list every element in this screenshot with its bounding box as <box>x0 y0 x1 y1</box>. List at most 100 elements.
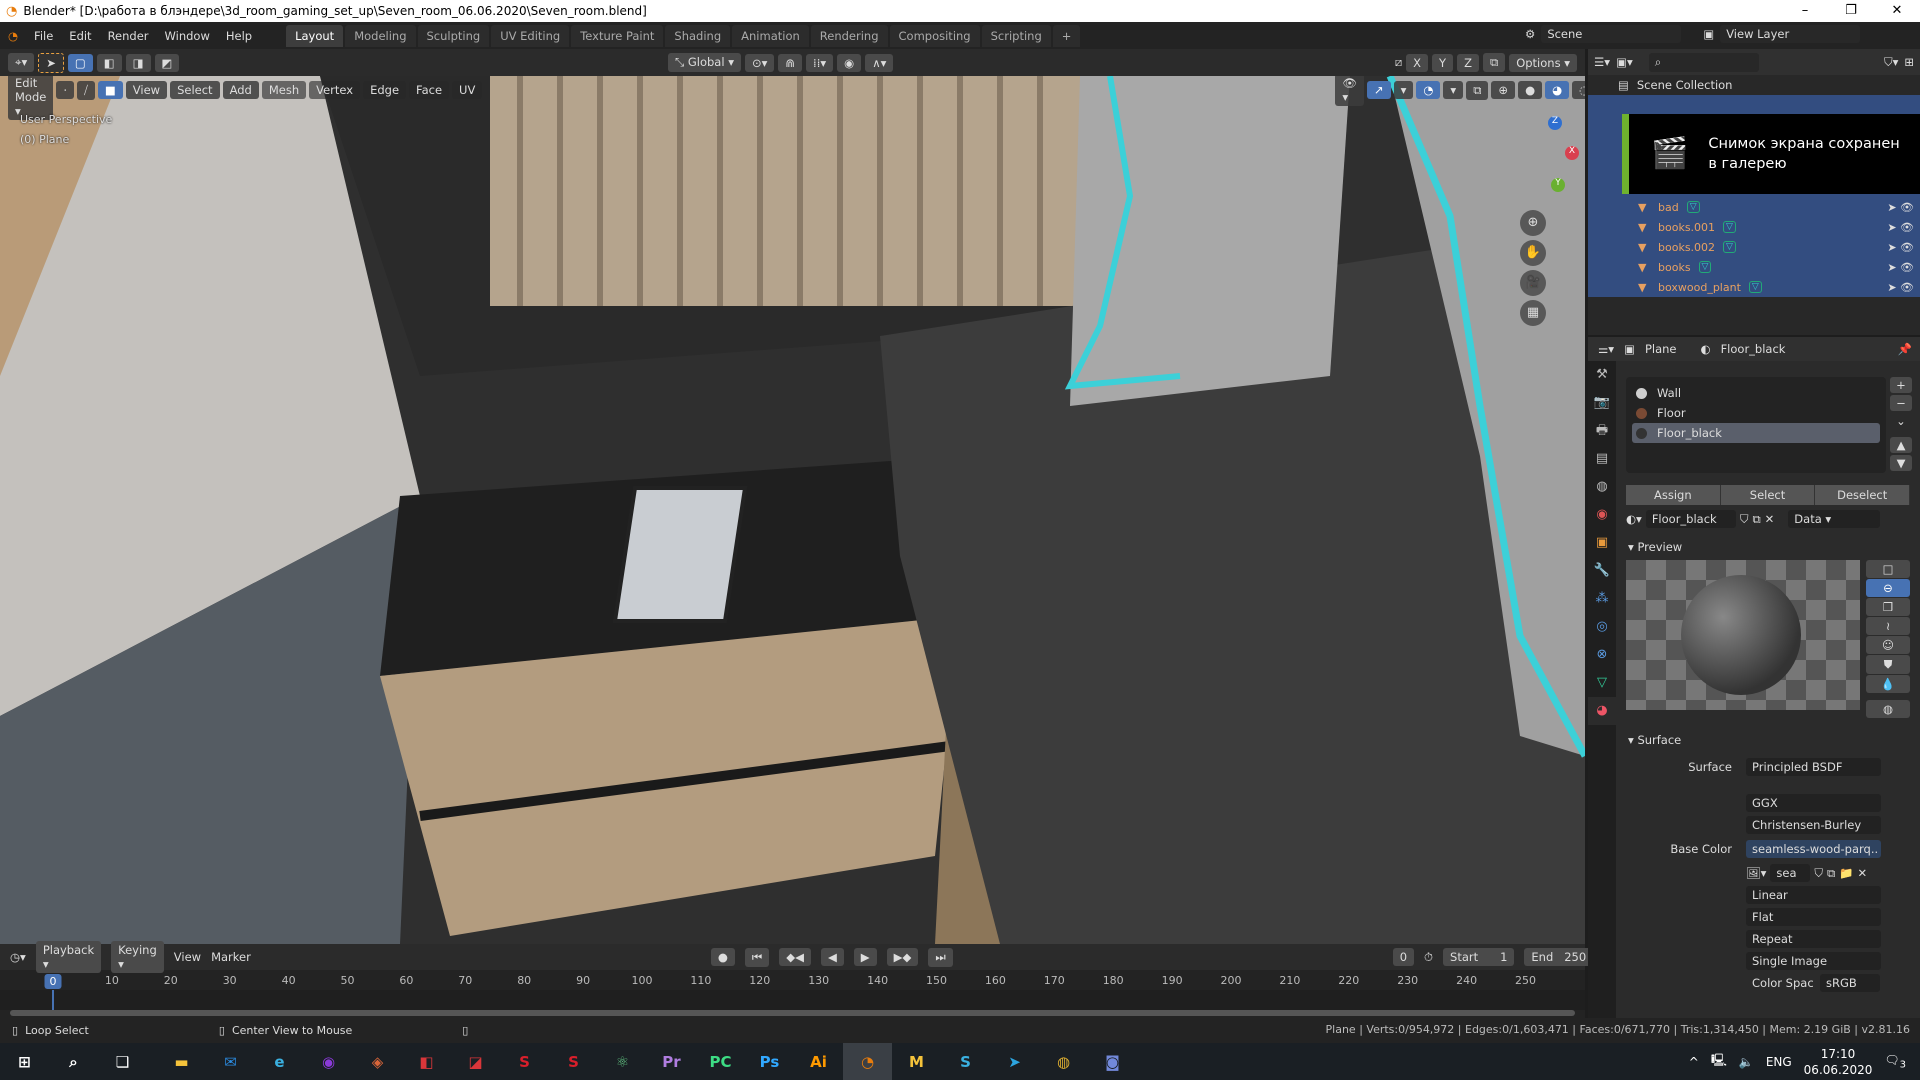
timeline-scrollbar[interactable] <box>10 1010 1575 1016</box>
start-icon[interactable]: ⊞ <box>0 1043 49 1080</box>
overlay-icon[interactable]: ◔ <box>1416 81 1441 99</box>
material-slot-floor[interactable]: Floor <box>1632 403 1880 423</box>
add-workspace-button[interactable]: + <box>1052 24 1081 47</box>
menu-uv[interactable]: UV <box>452 81 483 99</box>
discord-icon[interactable]: ◙ <box>1088 1043 1137 1080</box>
menu-edit[interactable]: Edit <box>61 29 99 43</box>
atom-icon[interactable]: ⚛ <box>598 1043 647 1080</box>
next-keyframe-icon[interactable]: ▶◆ <box>886 948 919 966</box>
snap-icon[interactable]: ⋒ <box>778 53 803 72</box>
menu-file[interactable]: File <box>26 29 61 43</box>
material-slot-wall[interactable]: Wall <box>1632 383 1880 403</box>
pin-icon[interactable]: 📌 <box>1898 342 1912 356</box>
blender-menu-icon[interactable]: ◔ <box>0 29 26 43</box>
preview-cube-icon[interactable]: ❒ <box>1866 598 1910 616</box>
play-icon[interactable]: ▶ <box>853 948 877 966</box>
move-up-button[interactable]: ▲ <box>1890 437 1912 453</box>
filter-scene-icon[interactable]: ▣▾ <box>1616 55 1633 69</box>
ortho-grid-icon[interactable]: ▦ <box>1520 300 1546 326</box>
sketchup-icon[interactable]: ◪ <box>451 1043 500 1080</box>
scene-field[interactable]: Scene <box>1541 25 1682 43</box>
photoshop-icon[interactable]: Ps <box>745 1043 794 1080</box>
pivot-icon[interactable]: ⊙▾ <box>744 53 775 72</box>
tab-tool-icon[interactable]: ⚒ <box>1588 361 1616 389</box>
xray-icon[interactable]: ⧉ <box>1466 80 1489 100</box>
frame-tick[interactable]: 180 <box>1103 974 1124 987</box>
app-3d-icon[interactable]: ◈ <box>353 1043 402 1080</box>
preview-world-icon[interactable]: ◍ <box>1866 700 1910 718</box>
object-breadcrumb[interactable]: Plane <box>1645 342 1677 356</box>
search-icon[interactable]: ⌕ <box>49 1043 98 1080</box>
select-mode-extend-icon[interactable]: ◧ <box>96 53 122 72</box>
mesh-data-icon[interactable]: ▽ <box>1686 201 1700 213</box>
menu-render[interactable]: Render <box>100 29 157 43</box>
tab-scene-icon[interactable]: ◍ <box>1588 473 1616 501</box>
snap-target-icon[interactable]: ⁞⁞▾ <box>806 53 834 72</box>
frame-tick[interactable]: 190 <box>1162 974 1183 987</box>
surface-panel-header[interactable]: ▾ Surface <box>1616 729 1920 751</box>
tray-chevron-icon[interactable]: ^ <box>1689 1055 1699 1069</box>
projection-dropdown[interactable]: Flat <box>1746 908 1881 926</box>
mail-icon[interactable]: ✉ <box>206 1043 255 1080</box>
frame-tick[interactable]: 80 <box>517 974 531 987</box>
sketchbook-icon[interactable]: S <box>941 1043 990 1080</box>
telegram-icon[interactable]: ➤ <box>990 1043 1039 1080</box>
frame-tick[interactable]: 100 <box>632 974 653 987</box>
tab-rendering[interactable]: Rendering <box>810 24 888 47</box>
tab-sculpting[interactable]: Sculpting <box>417 24 490 47</box>
mesh-data-icon[interactable]: ▽ <box>1723 241 1736 253</box>
proportional-edit-icon[interactable]: ◉ <box>837 53 862 72</box>
axis-z[interactable]: Z <box>1548 116 1562 130</box>
jump-start-icon[interactable]: ⏮ <box>744 947 770 967</box>
tab-object-icon[interactable]: ▣ <box>1588 529 1616 557</box>
mesh-data-icon[interactable]: ▽ <box>1723 221 1736 233</box>
language-indicator[interactable]: ENG <box>1766 1055 1792 1069</box>
new-collection-icon[interactable]: ⊞ <box>1904 55 1914 69</box>
tab-compositing[interactable]: Compositing <box>889 24 980 47</box>
tab-shading[interactable]: Shading <box>665 24 731 47</box>
frame-tick[interactable]: 110 <box>690 974 711 987</box>
playhead[interactable] <box>52 990 54 1010</box>
menu-face[interactable]: Face <box>409 81 450 99</box>
minimize-button[interactable]: – <box>1782 0 1828 22</box>
chrome-icon[interactable]: ◍ <box>1039 1043 1088 1080</box>
pan-hand-icon[interactable]: ✋ <box>1520 240 1546 266</box>
menu-window[interactable]: Window <box>157 29 218 43</box>
keying-menu[interactable]: Keying ▾ <box>111 941 164 973</box>
image-browse-icon[interactable]: 🖼▾ <box>1746 866 1766 880</box>
wireframe-shading-icon[interactable]: ⊕ <box>1491 81 1516 99</box>
axis-y[interactable]: Y <box>1551 178 1565 192</box>
frame-tick[interactable]: 70 <box>458 974 472 987</box>
edge-select-icon[interactable]: ⧸ <box>76 80 95 100</box>
face-select-icon[interactable]: ■ <box>97 81 123 99</box>
frame-tick[interactable]: 200 <box>1221 974 1242 987</box>
blender-icon[interactable]: ◔ <box>843 1043 892 1080</box>
base-color-texture-field[interactable]: seamless-wood-parq.. <box>1746 840 1881 858</box>
tab-output-icon[interactable]: 🖶 <box>1588 417 1616 445</box>
tab-material-icon[interactable]: ◕ <box>1588 697 1616 725</box>
orientation-dropdown[interactable]: ⤡ Global ▾ <box>668 53 741 72</box>
frame-tick[interactable]: 50 <box>341 974 355 987</box>
frame-tick[interactable]: 170 <box>1044 974 1065 987</box>
image-name-field[interactable]: sea <box>1770 864 1811 882</box>
menu-edge[interactable]: Edge <box>363 81 407 99</box>
move-down-button[interactable]: ▼ <box>1890 455 1912 471</box>
app-red-icon[interactable]: ◧ <box>402 1043 451 1080</box>
gizmo-icon[interactable]: ↗ <box>1366 81 1391 99</box>
editor-type-button[interactable]: ⌖▾ <box>8 53 35 72</box>
fake-user-icon[interactable]: ⛉ <box>1740 512 1749 527</box>
display-mode-icon[interactable]: ☰▾ <box>1594 55 1610 69</box>
illustrator-icon[interactable]: Ai <box>794 1043 843 1080</box>
frame-tick[interactable]: 120 <box>749 974 770 987</box>
material-breadcrumb[interactable]: Floor_black <box>1721 342 1786 356</box>
axis-x[interactable]: X <box>1565 146 1579 160</box>
edge-icon[interactable]: e <box>255 1043 304 1080</box>
mesh-data-icon[interactable]: ▽ <box>1748 281 1762 293</box>
rendered-shading-icon[interactable]: ◌ <box>1572 81 1585 99</box>
editor-type-clock-icon[interactable]: ◷▾ <box>10 950 26 964</box>
extension-dropdown[interactable]: Repeat <box>1746 930 1881 948</box>
frame-tick[interactable]: 40 <box>282 974 296 987</box>
zoom-icon[interactable]: ⊕ <box>1520 210 1546 236</box>
unlink-icon[interactable]: ✕ <box>1765 512 1775 526</box>
frame-tick[interactable]: 150 <box>926 974 947 987</box>
